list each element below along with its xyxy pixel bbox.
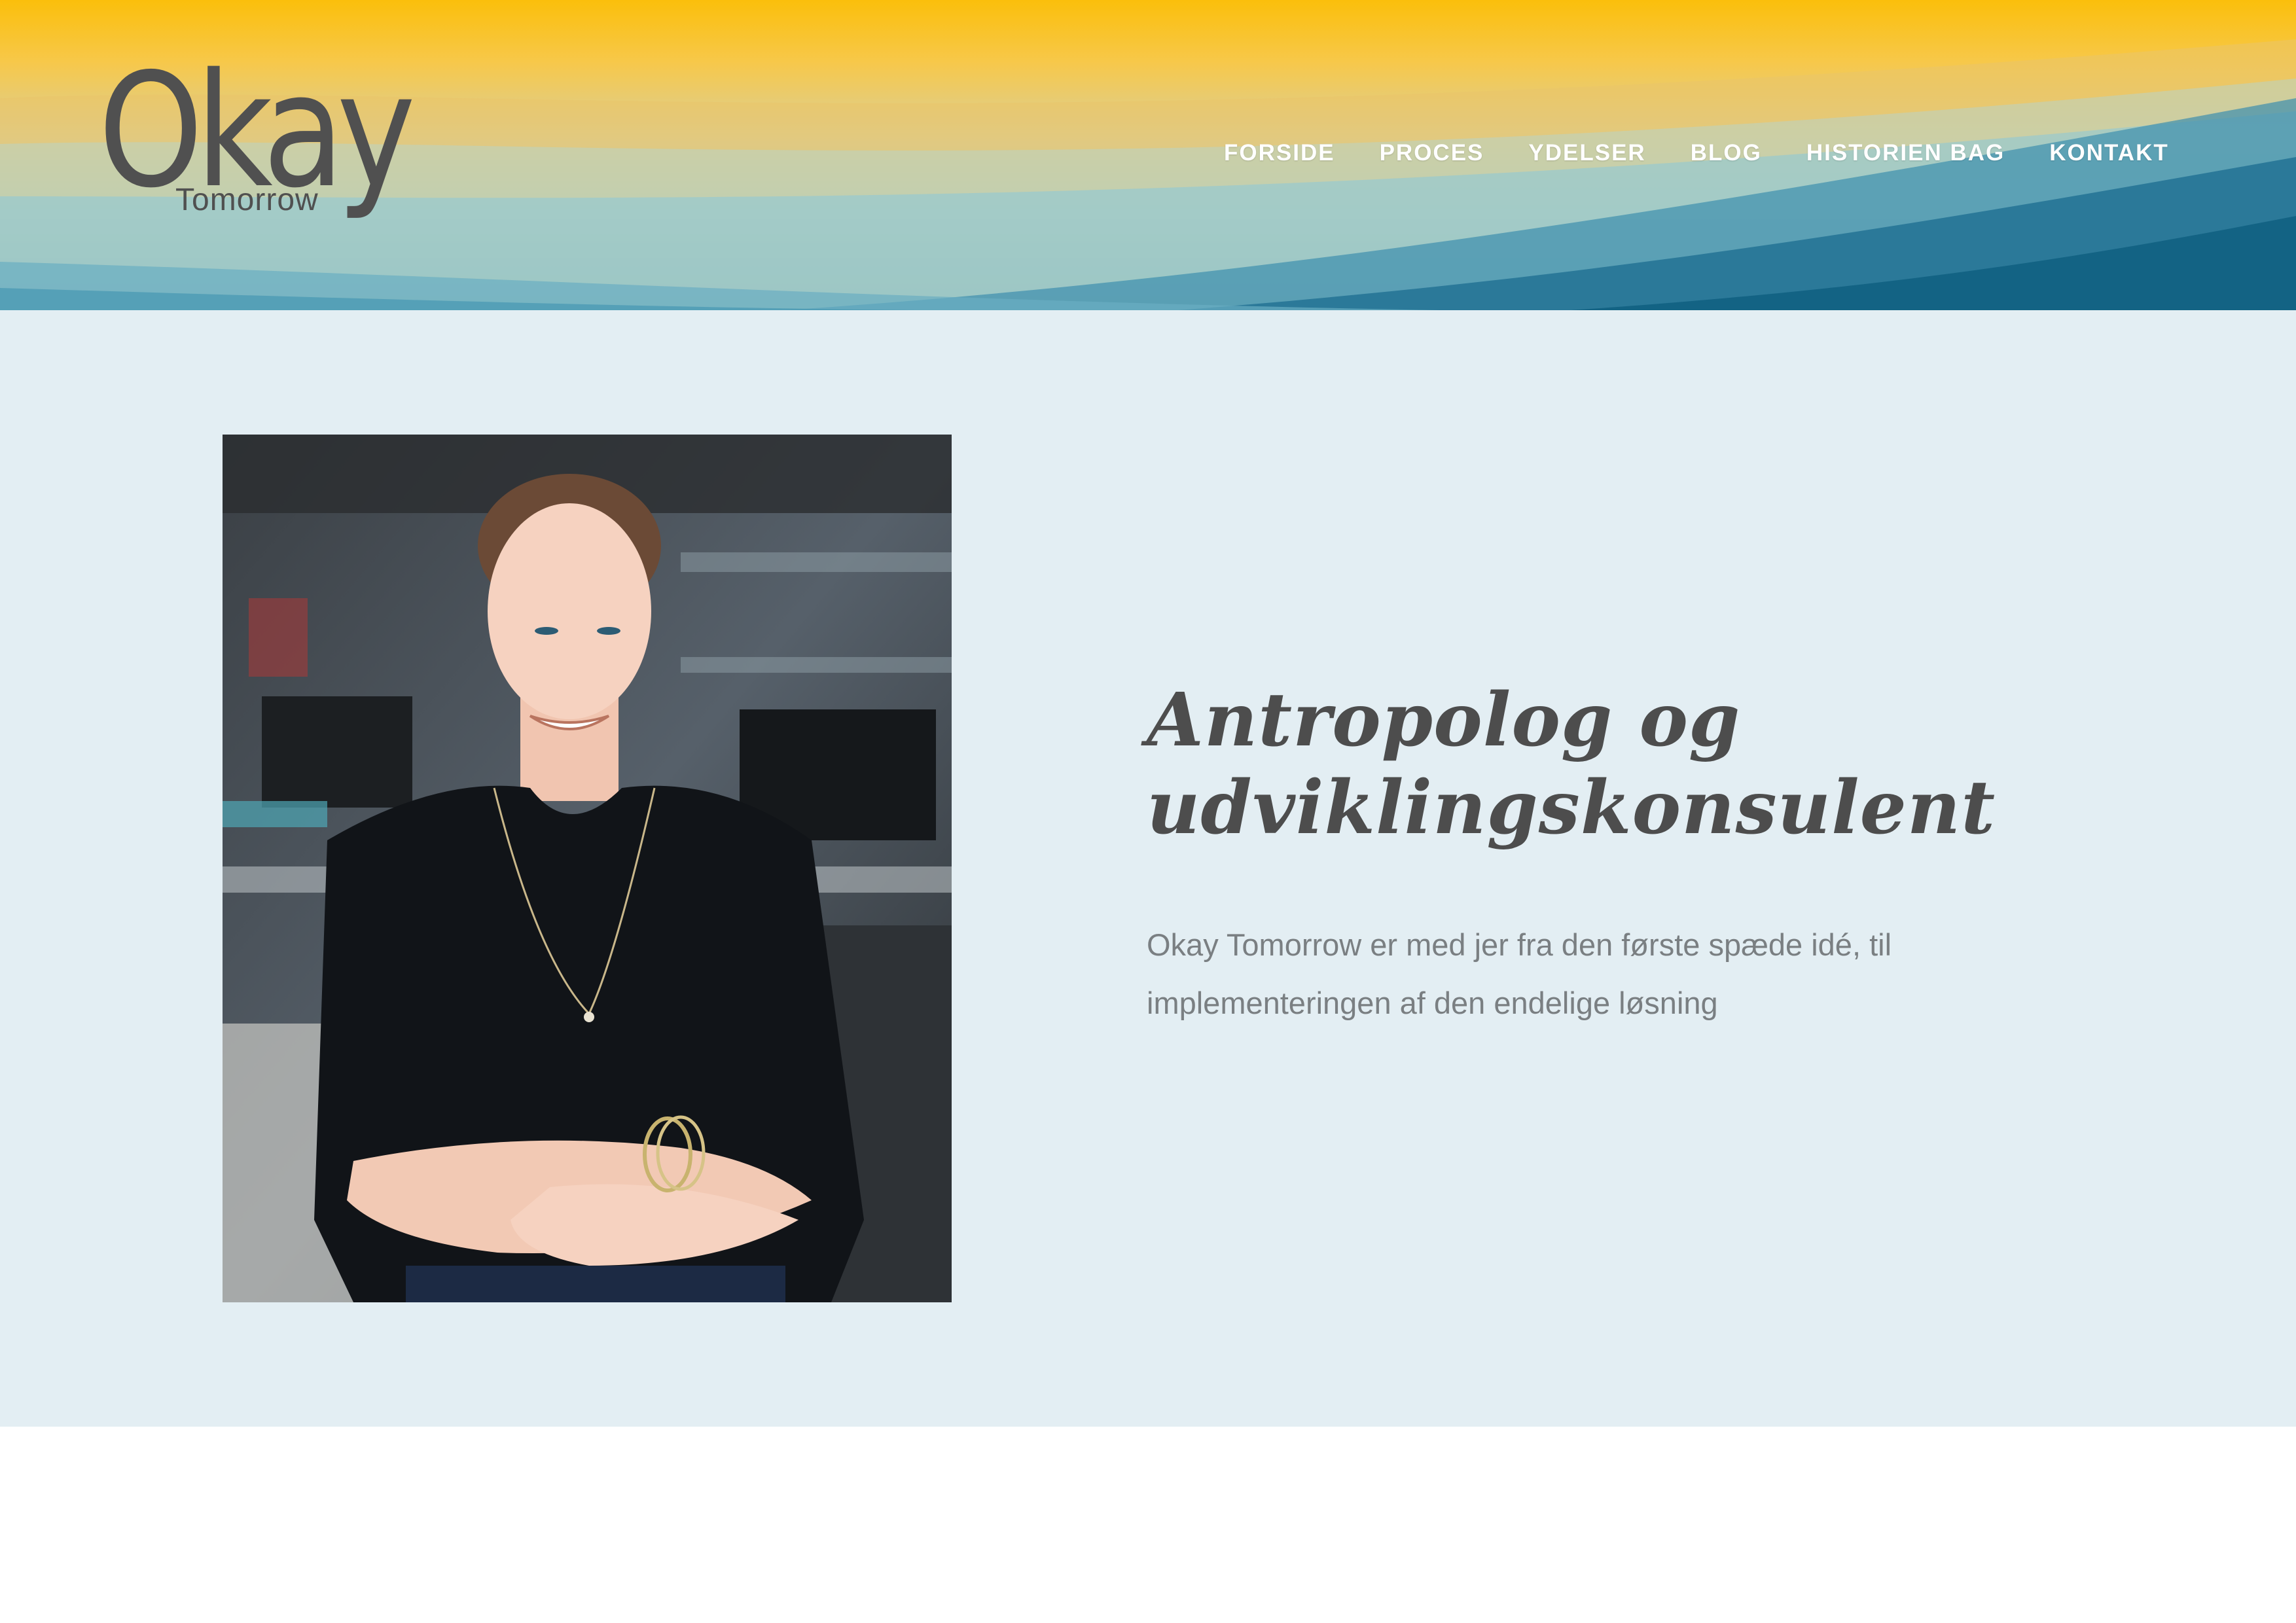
nav-item-historien-bag[interactable]: HISTORIEN BAG: [1806, 140, 2005, 166]
hero-description: Okay Tomorrow er med jer fra den første …: [1147, 927, 1892, 1020]
main-navigation: FORSIDE PROCES YDELSER BLOG HISTORIEN BA…: [1224, 140, 2169, 166]
portrait-photo: [223, 435, 952, 1302]
portrait-illustration: [223, 435, 952, 1302]
nav-item-blog[interactable]: BLOG: [1691, 140, 1762, 166]
site-header: Okay Tomorrow FORSIDE PROCES YDELSER BLO…: [0, 0, 2296, 310]
hero-headline: Antropolog og udviklingskonsulent: [1147, 677, 1996, 851]
nav-item-ydelser[interactable]: YDELSER: [1528, 140, 1645, 166]
page-footer-space: [0, 1427, 2296, 1623]
nav-item-kontakt[interactable]: KONTAKT: [2049, 140, 2169, 166]
okay-tomorrow-logo[interactable]: Okay Tomorrow: [98, 52, 416, 255]
hero-section: Antropolog og udviklingskonsulent Okay T…: [0, 310, 2296, 1427]
logo-tomorrow-text: Tomorrow: [175, 183, 319, 217]
nav-item-proces[interactable]: PROCES: [1380, 140, 1484, 166]
nav-item-forside[interactable]: FORSIDE: [1224, 140, 1335, 166]
